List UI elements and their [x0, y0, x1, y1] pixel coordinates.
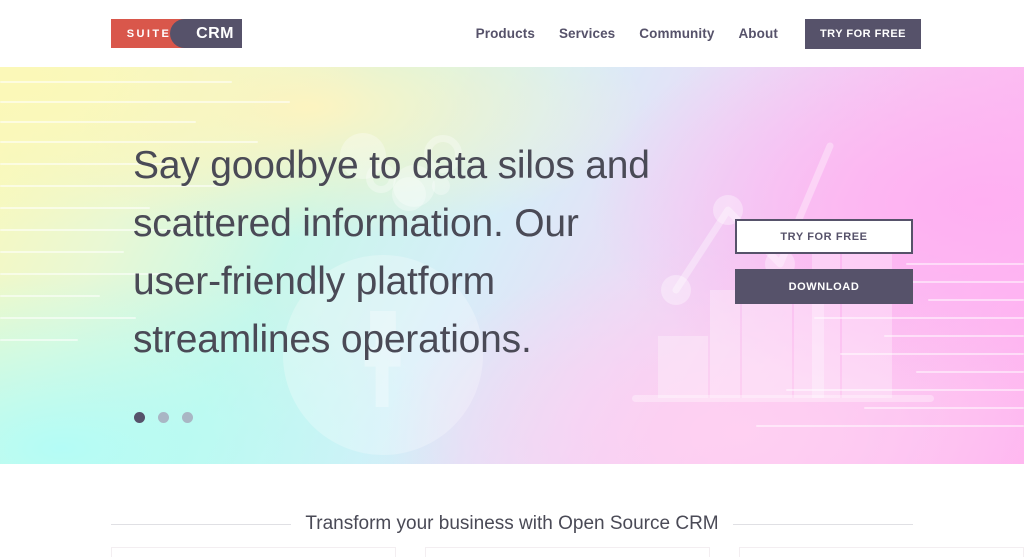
hero-title: Say goodbye to data silos and scattered …	[133, 144, 650, 361]
page-root: SUITE CRM Products Services Community Ab…	[0, 0, 1024, 557]
hero-try-for-free-button[interactable]: TRY FOR FREE	[735, 219, 913, 254]
hero-carousel-dots	[134, 412, 193, 423]
tagline-section: Transform your business with Open Source…	[0, 464, 1024, 557]
hero-copy: Say goodbye to data silos and scattered …	[133, 137, 653, 369]
site-header: SUITE CRM Products Services Community Ab…	[0, 0, 1024, 67]
hero-banner: Say goodbye to data silos and scattered …	[0, 67, 1024, 464]
hero-cta-group: TRY FOR FREE DOWNLOAD	[735, 219, 913, 304]
hero-download-button[interactable]: DOWNLOAD	[735, 269, 913, 304]
nav-item-about[interactable]: About	[726, 26, 789, 41]
carousel-dot-2[interactable]	[158, 412, 169, 423]
nav-item-products[interactable]: Products	[464, 26, 547, 41]
suitecrm-logo[interactable]: SUITE CRM	[111, 19, 242, 48]
nav-item-community[interactable]: Community	[627, 26, 726, 41]
carousel-dot-3[interactable]	[182, 412, 193, 423]
logo-suite-text: SUITE	[126, 27, 172, 40]
tagline-rule-left	[111, 523, 292, 525]
nav-item-services[interactable]: Services	[547, 26, 627, 41]
header-try-for-free-button[interactable]: TRY FOR FREE	[804, 18, 921, 49]
tagline-rule-right	[732, 523, 914, 525]
tagline-divider-wrap: Transform your business with Open Source…	[111, 513, 914, 535]
feature-card-peek-2[interactable]	[425, 547, 710, 557]
feature-card-peek-3[interactable]	[739, 547, 1024, 557]
carousel-dot-1[interactable]	[134, 412, 145, 423]
logo-crm-text: CRM	[196, 24, 234, 42]
tagline-text: Transform your business with Open Source…	[305, 513, 719, 534]
logo-crm-block: CRM	[170, 19, 242, 48]
main-navigation: Products Services Community About TRY FO…	[464, 0, 921, 67]
feature-card-peek-1[interactable]	[111, 547, 396, 557]
